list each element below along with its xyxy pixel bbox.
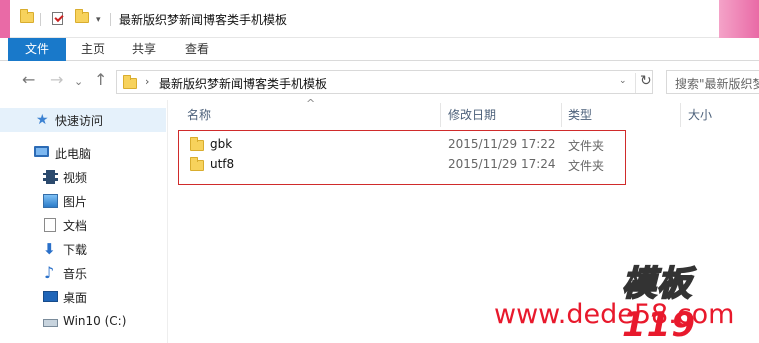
refresh-icon[interactable]: ↻: [635, 73, 652, 93]
window-title: 最新版织梦新闻博客类手机模板: [119, 13, 288, 27]
file-type: 文件夹: [568, 159, 605, 173]
sidebar-item-label: 下载: [63, 243, 88, 257]
sidebar-item-pictures[interactable]: 图片: [0, 189, 166, 213]
file-name: utf8: [210, 157, 235, 171]
address-bar[interactable]: › 最新版织梦新闻博客类手机模板 ⌄ ↻: [116, 70, 653, 94]
sidebar-item-label: 快速访问: [55, 114, 104, 128]
properties-icon[interactable]: [52, 12, 68, 26]
music-icon: ♪: [44, 263, 55, 282]
quick-access-dropdown-icon[interactable]: ▾: [96, 15, 101, 25]
desktop-icon: [43, 291, 58, 302]
recent-locations-icon[interactable]: ⌄: [74, 73, 83, 91]
tab-view[interactable]: 查看: [174, 38, 220, 61]
folder-icon: [123, 75, 137, 89]
divider: [110, 13, 111, 26]
sidebar-item-downloads[interactable]: ⬇ 下载: [0, 237, 166, 261]
sidebar-item-drive-c[interactable]: Win10 (C:): [0, 310, 166, 334]
column-divider[interactable]: [561, 103, 562, 127]
sidebar-item-quick-access[interactable]: ★ 快速访问: [0, 108, 166, 132]
watermark-url: www.dede58.com: [494, 299, 735, 330]
back-arrow-icon[interactable]: ←: [22, 71, 35, 89]
table-row[interactable]: utf8 2015/11/29 17:24 文件夹: [186, 155, 746, 175]
sidebar-item-videos[interactable]: 视频: [0, 165, 166, 189]
sidebar-item-label: 文档: [63, 219, 88, 233]
folder-icon: [190, 157, 204, 171]
sidebar-item-desktop[interactable]: 桌面: [0, 285, 166, 309]
search-placeholder: 搜索"最新版织梦: [675, 77, 759, 91]
breadcrumb-current-folder[interactable]: 最新版织梦新闻博客类手机模板: [159, 75, 327, 92]
title-bar: ▾ 最新版织梦新闻博客类手机模板: [0, 0, 759, 38]
star-icon: ★: [36, 112, 49, 128]
column-divider[interactable]: [440, 103, 441, 127]
download-icon: ⬇: [43, 240, 56, 258]
documents-icon: [44, 218, 56, 232]
navigation-pane: ★ 快速访问 此电脑 视频 图片 文档 ⬇ 下载 ♪ 音乐 桌面 Win10 (…: [0, 100, 166, 343]
forward-arrow-icon[interactable]: →: [50, 71, 63, 89]
column-header-name[interactable]: 名称: [187, 106, 211, 126]
tab-share[interactable]: 共享: [121, 38, 167, 61]
sidebar-item-label: 桌面: [63, 291, 88, 305]
folder-icon: [190, 137, 204, 151]
column-header-modified[interactable]: 修改日期: [448, 106, 496, 126]
file-name: gbk: [210, 137, 233, 151]
file-type: 文件夹: [568, 139, 605, 153]
sidebar-item-this-pc[interactable]: 此电脑: [0, 141, 166, 165]
tab-home[interactable]: 主页: [70, 38, 116, 61]
desktop-background-edge: [719, 0, 759, 38]
desktop-background-edge: [0, 0, 10, 38]
pictures-icon: [43, 194, 58, 208]
pane-divider[interactable]: [167, 100, 168, 343]
sidebar-item-label: 图片: [63, 195, 88, 209]
address-dropdown-icon[interactable]: ⌄: [619, 76, 627, 86]
video-icon: [43, 170, 58, 184]
sort-ascending-icon: ^: [306, 97, 316, 110]
up-arrow-icon[interactable]: ↑: [94, 71, 107, 89]
file-modified: 2015/11/29 17:22: [448, 137, 556, 151]
file-modified: 2015/11/29 17:24: [448, 157, 556, 171]
sidebar-item-label: Win10 (C:): [63, 314, 127, 328]
sidebar-item-label: 音乐: [63, 267, 88, 281]
new-folder-icon[interactable]: [75, 9, 91, 26]
breadcrumb-separator-icon[interactable]: ›: [145, 75, 149, 88]
column-header-size[interactable]: 大小: [688, 106, 712, 126]
sidebar-item-documents[interactable]: 文档: [0, 213, 166, 237]
sidebar-item-label: 视频: [63, 171, 88, 185]
tab-file[interactable]: 文件: [8, 38, 66, 61]
divider: [40, 13, 41, 26]
sidebar-item-music[interactable]: ♪ 音乐: [0, 261, 166, 285]
table-row[interactable]: gbk 2015/11/29 17:22 文件夹: [186, 135, 746, 155]
computer-icon: [34, 146, 49, 157]
sidebar-item-label: 此电脑: [55, 147, 92, 161]
folder-icon[interactable]: [20, 9, 36, 26]
column-divider[interactable]: [680, 103, 681, 127]
search-box[interactable]: 搜索"最新版织梦: [666, 70, 759, 94]
drive-icon: [43, 319, 58, 327]
navigation-bar: ← → ⌄ ↑ › 最新版织梦新闻博客类手机模板 ⌄ ↻ 搜索"最新版织梦: [0, 62, 759, 100]
ribbon-tabs: 文件 主页 共享 查看: [0, 38, 759, 61]
column-header-type[interactable]: 类型: [568, 106, 592, 126]
